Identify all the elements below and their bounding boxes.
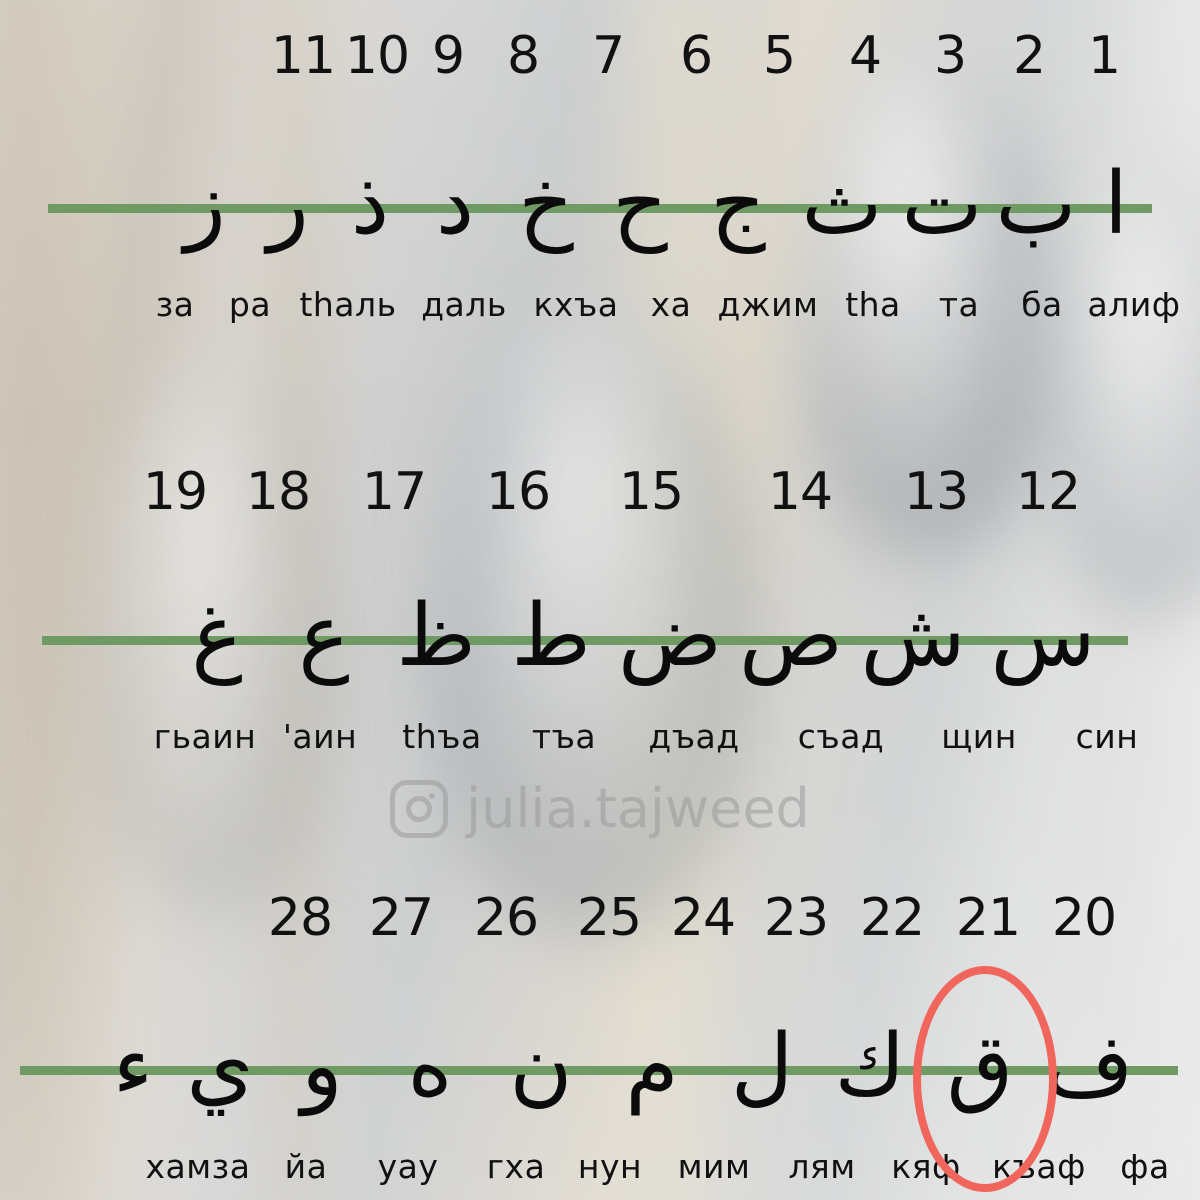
letter-name-label: за [155,285,195,324]
letter-number: 9 [431,26,465,86]
letter-number: 8 [506,26,540,86]
highlighted-letter-ellipse [913,966,1057,1192]
letter-name-label: tha [845,285,901,324]
letter-name-label: мим [677,1147,751,1186]
arabic-letter: ص [739,586,843,686]
number-line-row-2: 12 13 14 15 16 17 18 19 [0,460,1200,518]
arabic-letter: ح [612,154,668,254]
letter-name-label: уау [377,1147,439,1186]
arabic-letter: ب [995,154,1077,254]
letter-number: 6 [679,26,713,86]
arabic-letter: ذ [350,154,390,254]
letter-number: 17 [361,462,427,522]
letter-name-label: тъа [531,717,597,756]
arabic-letter: ر [267,154,309,254]
letter-number: 4 [848,26,882,86]
arabic-letter: خ [518,154,574,254]
letter-name-label: ра [228,285,272,324]
letter-number: 11 [270,26,336,86]
arabic-letter: ت [901,154,983,254]
number-line-row-1: 1 2 3 4 5 6 7 8 9 10 11 [0,24,1200,82]
letter-name-label: хамза [145,1147,251,1186]
letter-name-label: щин [941,717,1017,756]
letter-name-label: thъа [402,717,482,756]
arabic-letter: ط [511,586,591,686]
arabic-letter: ع [298,586,350,686]
letter-number: 5 [762,26,796,86]
letter-number: 2 [1012,26,1046,86]
arabic-letter: ز [184,154,226,254]
letter-number: 19 [142,462,208,522]
letter-name-label: фа [1120,1147,1170,1186]
arabic-letter: و [301,1016,343,1116]
arabic-letter: ل [730,1016,794,1116]
letter-name-label: даль [421,285,507,324]
alphabet-row-2: 12 13 14 15 16 17 18 19 سشصضطظعغ син щин съад дъад… [0,460,1200,753]
watermark: julia.tajweed [0,780,1200,838]
letter-number: 28 [267,888,333,948]
arabic-letter: ء [112,1016,154,1116]
letter-name-label: thаль [299,285,397,324]
arabic-letter: ه [407,1016,453,1116]
arabic-letter: غ [191,586,243,686]
letter-name-label: та [938,285,980,324]
alphabet-row-1: 1 2 3 4 5 6 7 8 9 10 11 ابتثجحخدذرز алиф ба та tha джи… [0,24,1200,321]
arabic-letter: ن [509,1016,573,1116]
number-line-row-3: 20 21 22 23 24 25 26 27 28 [0,890,1200,944]
arabic-letter: س [990,586,1096,686]
arabic-letter: ظ [396,586,476,686]
letter-number: 21 [955,888,1021,948]
arabic-letter: م [625,1016,679,1116]
letter-number: 26 [473,888,539,948]
letter-name-label: гьаин [153,717,257,756]
letter-line-row-1: ابتثجحخدذرز [0,134,1200,274]
letter-name-label: лям [788,1147,856,1186]
letter-number: 18 [245,462,311,522]
letter-number: 25 [576,888,642,948]
arabic-letter: ش [860,586,966,686]
label-line-row-2: син щин съад дъад тъа thъа 'аин гьаин [0,720,1200,753]
arabic-letter: د [435,154,475,254]
letter-name-label: 'аин [282,717,358,756]
alphabet-chart-poster: 1 2 3 4 5 6 7 8 9 10 11 ابتثجحخدذرز алиф ба та tha джи… [0,0,1200,1200]
letter-name-label: син [1075,717,1139,756]
arabic-letter: ي [186,1016,254,1116]
letter-number: 12 [1015,462,1081,522]
letter-number: 22 [859,888,925,948]
letter-name-label: кхъа [533,285,619,324]
letter-name-label: нун [577,1147,643,1186]
letter-line-row-2: سشصضطظعغ [0,566,1200,706]
letter-name-label: ха [650,285,692,324]
letter-number: 3 [933,26,967,86]
letter-name-label: джим [717,285,819,324]
letter-name-label: дъад [648,717,740,756]
letter-number: 7 [591,26,625,86]
label-line-row-1: алиф ба та tha джим ха кхъа даль thаль ра за [0,288,1200,321]
letter-number: 24 [670,888,736,948]
letter-name-label: алиф [1087,285,1181,324]
arabic-letter: ض [618,586,722,686]
letter-number: 23 [763,888,829,948]
letter-number: 16 [485,462,551,522]
letter-number: 27 [368,888,434,948]
arabic-letter: ك [834,1016,906,1116]
letter-name-label: гха [486,1147,546,1186]
arabic-letter: ا [1104,154,1128,254]
letter-number: 13 [903,462,969,522]
watermark-handle: julia.tajweed [466,777,810,840]
letter-number: 1 [1087,26,1121,86]
letter-number: 14 [767,462,833,522]
instagram-icon [390,780,449,838]
arabic-letter: ث [801,154,883,254]
arabic-letter: ج [710,154,766,254]
letter-name-label: съад [797,717,885,756]
letter-number: 10 [344,26,410,86]
letter-name-label: ба [1021,285,1063,324]
letter-name-label: йа [284,1147,328,1186]
letter-number: 20 [1051,888,1117,948]
letter-number: 15 [618,462,684,522]
